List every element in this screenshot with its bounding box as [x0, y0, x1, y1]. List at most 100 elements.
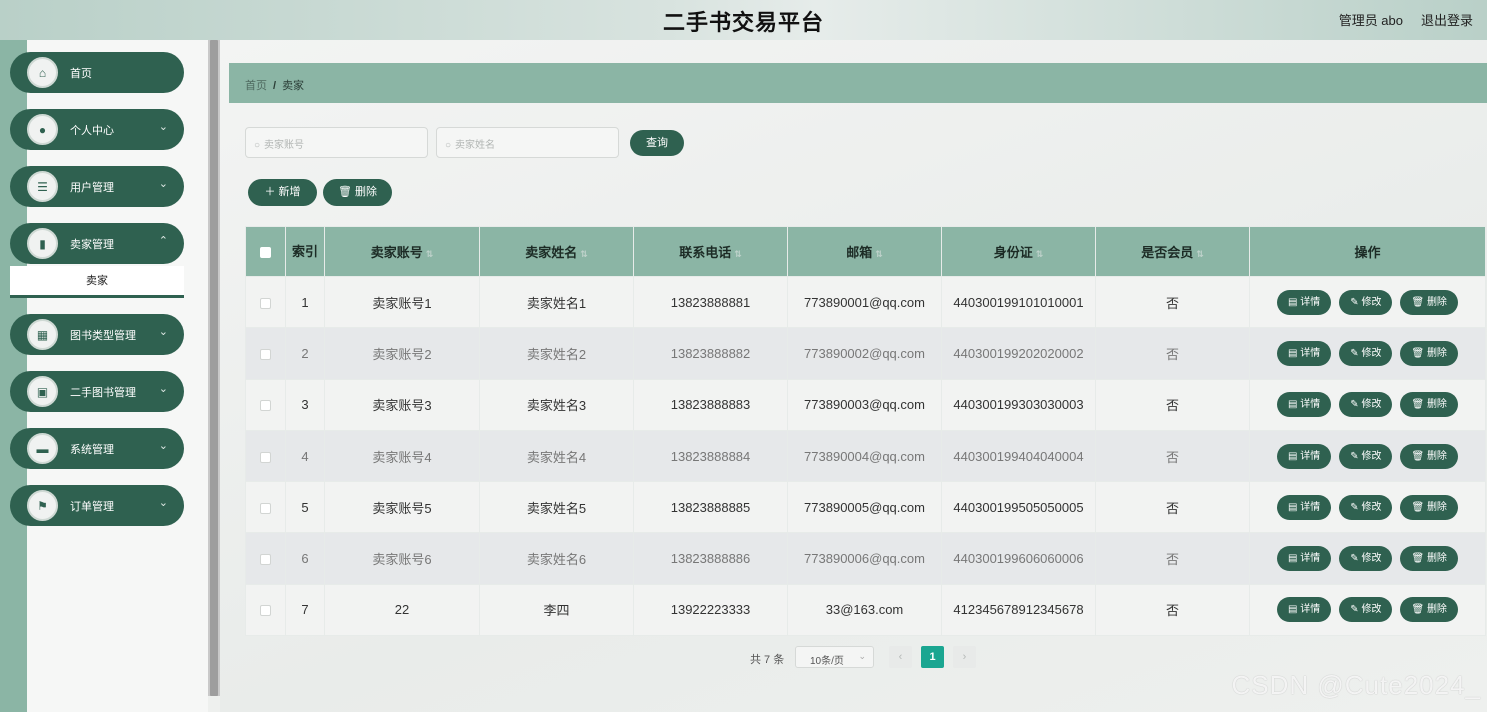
cell-name: 卖家姓名2 [479, 327, 634, 380]
table-row: 2 卖家账号2 卖家姓名2 13823888882 773890002@qq.c… [245, 327, 1486, 380]
row-checkbox[interactable] [260, 451, 271, 463]
edit-label: 修改 [1361, 604, 1382, 616]
sidebar-scrollbar[interactable] [208, 40, 220, 696]
detail-button[interactable]: ▤ 详情 [1277, 443, 1332, 469]
sidebar-item-orders[interactable]: ⚑ 订单管理 ⌄ [10, 485, 184, 526]
col-member[interactable]: 是否会员 ⇅ [1095, 226, 1250, 277]
sidebar-item-system[interactable]: ▬ 系统管理 ⌄ [10, 428, 184, 469]
detail-label: 详情 [1300, 399, 1321, 411]
pagination-total: 共 7 条 [750, 654, 785, 666]
sidebar-item-profile[interactable]: ● 个人中心 ⌄ [10, 109, 184, 150]
sidebar-item-users[interactable]: ☰ 用户管理 ⌄ [10, 166, 184, 207]
sidebar-item-sellers[interactable]: ▮ 卖家管理 ⌃ [10, 223, 184, 264]
cell-actions: ▤ 详情 ✎ 修改 🗑 删除 [1249, 583, 1486, 637]
cell-phone: 13823888883 [633, 378, 788, 431]
search-placeholder: 卖家账号 [264, 140, 305, 151]
list-icon: ☰ [27, 171, 58, 202]
grid-icon: ▦ [27, 319, 58, 350]
delete-button[interactable]: 🗑 删除 [1400, 392, 1458, 418]
page-size-select[interactable]: 10条/页 ⌄ [795, 646, 874, 668]
seller-name-search-input[interactable]: ○ 卖家姓名 [436, 127, 619, 158]
cell-idcard: 440300199101010001 [941, 275, 1096, 329]
select-all-checkbox[interactable] [260, 247, 271, 259]
edit-button[interactable]: ✎ 修改 [1339, 392, 1393, 418]
detail-button[interactable]: ▤ 详情 [1277, 289, 1332, 315]
col-phone-label: 联系电话 [679, 245, 732, 260]
detail-label: 详情 [1300, 553, 1321, 565]
next-page-button[interactable]: › [953, 646, 976, 668]
breadcrumb-home[interactable]: 首页 [245, 80, 267, 92]
sidebar-item-used-books[interactable]: ▣ 二手图书管理 ⌄ [10, 371, 184, 412]
sidebar-item-label: 二手图书管理 [70, 387, 136, 399]
detail-button[interactable]: ▤ 详情 [1277, 340, 1332, 366]
edit-button[interactable]: ✎ 修改 [1339, 340, 1393, 366]
delete-label: 删除 [1426, 347, 1447, 359]
batch-delete-button[interactable]: 🗑 删除 [323, 179, 392, 206]
cell-actions: ▤ 详情 ✎ 修改 🗑 删除 [1249, 275, 1486, 329]
sort-icon: ⇅ [734, 249, 742, 259]
delete-button[interactable]: 🗑 删除 [1400, 597, 1458, 623]
cell-name: 卖家姓名1 [479, 275, 634, 329]
cell-name: 卖家姓名5 [479, 481, 634, 534]
query-button[interactable]: 查询 [630, 130, 684, 156]
detail-button[interactable]: ▤ 详情 [1277, 597, 1332, 623]
cell-index: 6 [285, 532, 325, 585]
home-icon: ⌂ [27, 57, 58, 88]
edit-label: 修改 [1361, 450, 1382, 462]
delete-button[interactable]: 🗑 删除 [1400, 289, 1458, 315]
col-actions: 操作 [1249, 226, 1486, 277]
add-button[interactable]: ＋ 新增 [248, 179, 317, 206]
sidebar-item-home[interactable]: ⌂ 首页 [10, 52, 184, 93]
edit-button[interactable]: ✎ 修改 [1339, 597, 1393, 623]
detail-button[interactable]: ▤ 详情 [1277, 494, 1332, 520]
edit-button[interactable]: ✎ 修改 [1339, 546, 1393, 572]
col-phone[interactable]: 联系电话 ⇅ [633, 226, 788, 277]
edit-label: 修改 [1361, 399, 1382, 411]
delete-button[interactable]: 🗑 删除 [1400, 494, 1458, 520]
col-email[interactable]: 邮箱 ⇅ [787, 226, 942, 277]
submenu-item-seller[interactable]: 卖家 [10, 266, 184, 298]
chat-icon: ▬ [27, 433, 58, 464]
delete-button[interactable]: 🗑 删除 [1400, 443, 1458, 469]
edit-button[interactable]: ✎ 修改 [1339, 289, 1393, 315]
row-checkbox[interactable] [260, 297, 271, 309]
row-checkbox[interactable] [260, 349, 271, 360]
logout-link[interactable]: 退出登录 [1421, 10, 1473, 29]
row-checkbox[interactable] [260, 400, 271, 412]
cell-idcard: 412345678912345678 [941, 583, 1096, 637]
prev-page-button[interactable]: ‹ [889, 646, 912, 668]
col-account[interactable]: 卖家账号 ⇅ [324, 226, 480, 277]
sidebar-item-label: 图书类型管理 [70, 330, 136, 342]
edit-button[interactable]: ✎ 修改 [1339, 443, 1393, 469]
page-button-current[interactable]: 1 [921, 646, 944, 668]
edit-button[interactable]: ✎ 修改 [1339, 494, 1393, 520]
col-idcard[interactable]: 身份证 ⇅ [941, 226, 1096, 277]
sidebar-item-label: 订单管理 [70, 501, 114, 513]
sidebar-scrollbar-thumb[interactable] [210, 40, 218, 696]
delete-button[interactable]: 🗑 删除 [1400, 546, 1458, 572]
table-row: 1 卖家账号1 卖家姓名1 13823888881 773890001@qq.c… [245, 275, 1486, 329]
detail-button[interactable]: ▤ 详情 [1277, 546, 1332, 572]
cell-actions: ▤ 详情 ✎ 修改 🗑 删除 [1249, 532, 1486, 585]
seller-account-search-input[interactable]: ○ 卖家账号 [245, 127, 428, 158]
col-name[interactable]: 卖家姓名 ⇅ [479, 226, 634, 277]
detail-button[interactable]: ▤ 详情 [1277, 392, 1332, 418]
row-checkbox[interactable] [260, 554, 271, 566]
cell-actions: ▤ 详情 ✎ 修改 🗑 删除 [1249, 429, 1486, 483]
cell-member: 否 [1095, 429, 1250, 483]
row-select-cell [245, 481, 286, 534]
seller-table: 索引 卖家账号 ⇅ 卖家姓名 ⇅ 联系电话 ⇅ 邮箱 ⇅ 身份证 ⇅ 是否会员 ⇅ 操作 1… [245, 226, 1486, 637]
delete-button[interactable]: 🗑 删除 [1400, 340, 1458, 366]
row-checkbox[interactable] [260, 605, 271, 617]
cell-email: 773890005@qq.com [787, 481, 942, 534]
top-bar: 二手书交易平台 管理员 abo 退出登录 [0, 0, 1487, 40]
flag-icon: ⚑ [27, 490, 58, 521]
sidebar-item-label: 个人中心 [70, 125, 114, 137]
row-checkbox[interactable] [260, 502, 271, 514]
detail-label: 详情 [1300, 347, 1321, 359]
delete-label: 删除 [1426, 450, 1447, 462]
sidebar-item-book-types[interactable]: ▦ 图书类型管理 ⌄ [10, 314, 184, 355]
col-member-label: 是否会员 [1141, 245, 1194, 260]
cell-member: 否 [1095, 275, 1250, 329]
cell-account: 卖家账号3 [324, 378, 480, 431]
